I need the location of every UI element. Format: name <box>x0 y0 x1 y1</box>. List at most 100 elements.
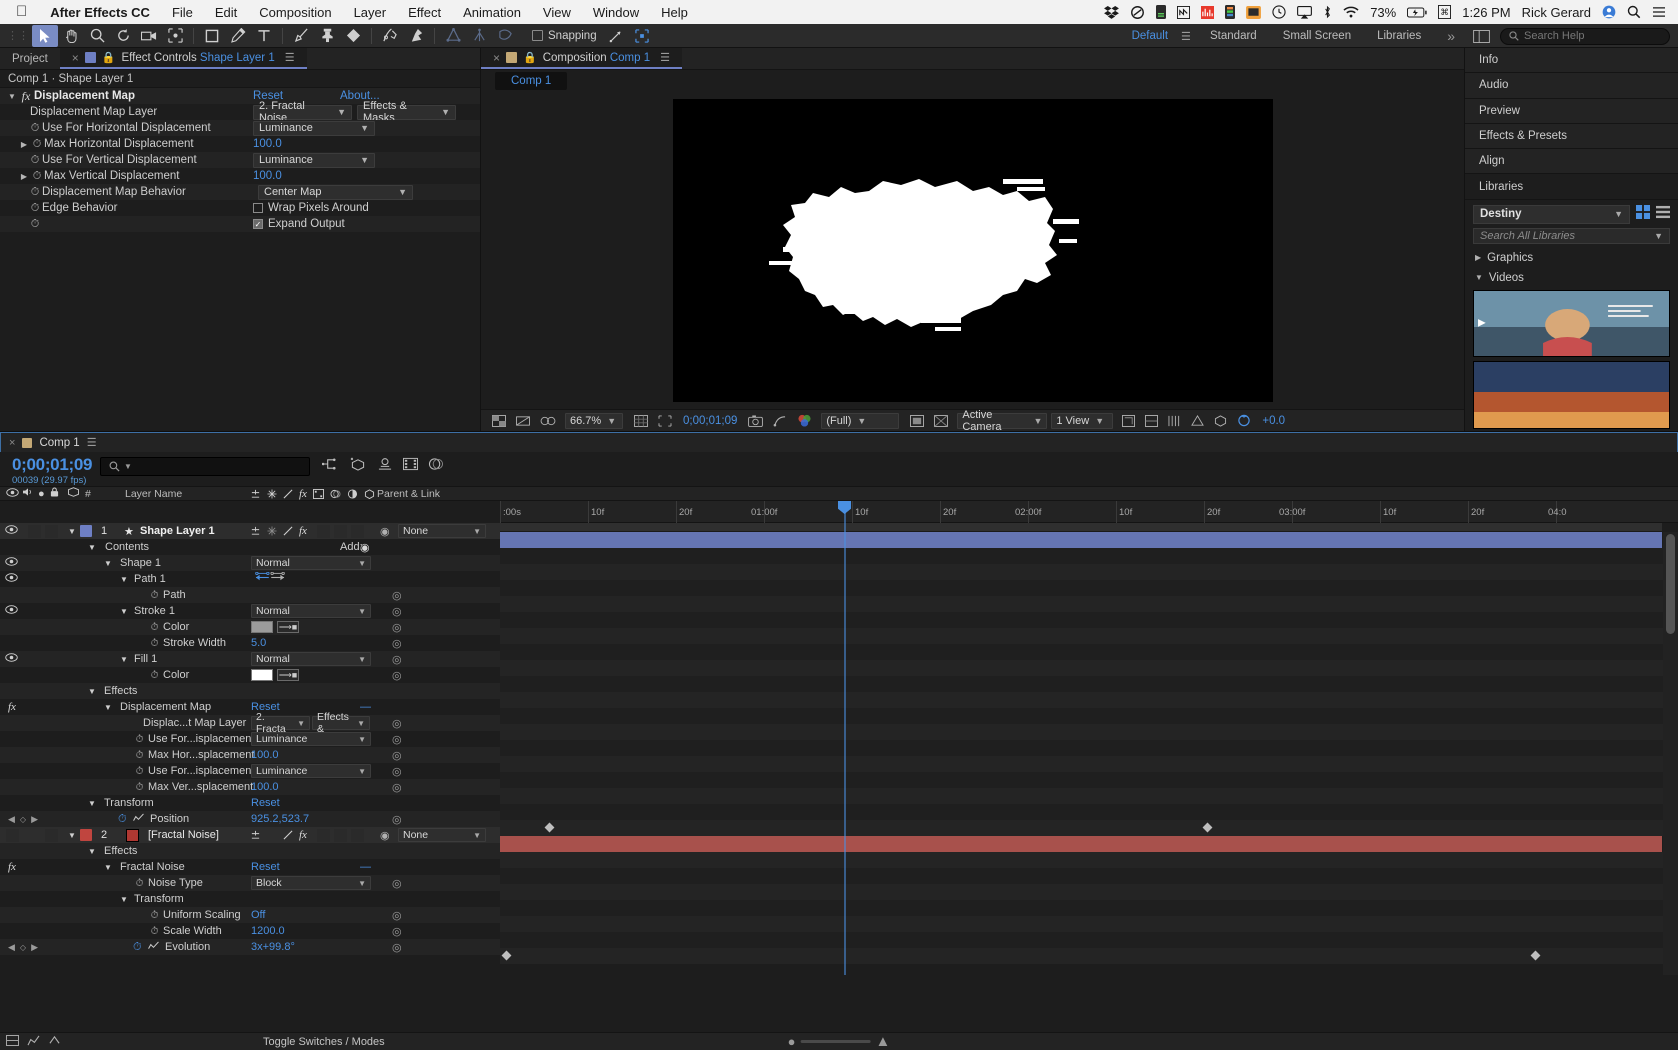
effect-about-link[interactable]: — <box>360 701 371 713</box>
graph-editor-toggle-icon[interactable] <box>27 1035 40 1049</box>
stopwatch-icon[interactable]: ⏱ <box>148 590 161 601</box>
map-layer-select[interactable]: 2. Fractal Noise ▼ <box>253 100 352 124</box>
show-channel-icon[interactable] <box>792 412 817 430</box>
toolbar-drag-handle[interactable]: ⋮⋮ <box>4 29 32 42</box>
layer-label-color[interactable] <box>80 829 92 841</box>
view-count-select[interactable]: 1 View ▼ <box>1051 412 1114 429</box>
play-overlay-icon[interactable]: ▶ <box>1478 318 1486 329</box>
stroke-blend-mode-select[interactable]: Normal ▼ <box>251 604 371 618</box>
viewer-area[interactable] <box>481 92 1464 409</box>
parent-pickwhip-icon[interactable]: ◉ <box>380 829 390 842</box>
table-row-max-horizontal[interactable]: ⏱ Max Hor...splacement 100.0 ◎ <box>0 747 500 763</box>
snapping-checkbox[interactable] <box>532 30 543 41</box>
expression-toggle-icon[interactable]: ◎ <box>392 717 402 730</box>
tab-project[interactable]: Project <box>0 48 60 69</box>
camera-tool[interactable] <box>136 25 162 47</box>
table-row-transform-shape[interactable]: ▼ Transform Reset <box>0 795 500 811</box>
expression-toggle-icon[interactable]: ◎ <box>392 813 402 826</box>
stopwatch-icon[interactable]: ⏱ <box>148 910 161 921</box>
toggle-render-icon[interactable] <box>1186 412 1209 430</box>
snap-bounds-icon[interactable] <box>629 25 655 47</box>
work-area-bar[interactable] <box>500 523 1662 532</box>
expression-toggle-icon[interactable]: ◎ <box>392 637 402 650</box>
battery-health-icon[interactable] <box>1156 5 1167 19</box>
shape-blend-mode-select[interactable]: Normal ▼ <box>251 556 371 570</box>
graph-editor-icon[interactable] <box>148 941 159 953</box>
panel-tab-info[interactable]: Info <box>1465 48 1678 74</box>
battery-icon[interactable] <box>1407 6 1427 18</box>
stopwatch-icon[interactable]: ⏱ <box>148 926 161 937</box>
switch-cell-3[interactable] <box>351 524 364 538</box>
stopwatch-icon[interactable]: ⏱ <box>28 186 42 199</box>
time-machine-icon[interactable] <box>1272 5 1286 19</box>
motion-blur-icon[interactable] <box>428 457 444 474</box>
close-icon[interactable]: × <box>493 51 500 65</box>
creative-cloud-icon[interactable] <box>1130 5 1145 19</box>
dropbox-icon[interactable] <box>1104 5 1120 19</box>
switch-cell-3[interactable] <box>351 828 364 842</box>
add-keyframe-icon[interactable]: ◇ <box>20 943 26 952</box>
table-row-displacement-map-layer[interactable]: Displac...t Map Layer 2. Fracta ▼ Effect… <box>0 711 500 735</box>
stopwatch-icon[interactable]: ⏱ <box>133 782 146 793</box>
stopwatch-enabled-icon[interactable]: ⏱ <box>133 941 142 954</box>
snap-arrow-icon[interactable] <box>603 25 629 47</box>
disclosure-triangle-icon[interactable]: ▼ <box>1475 273 1483 282</box>
table-row-use-vertical[interactable]: ⏱ Use For...isplacement Luminance ▼ ◎ <box>0 763 500 779</box>
roto-brush-tool[interactable] <box>377 25 403 47</box>
layer-duration-bar-fractal[interactable] <box>500 836 1662 852</box>
expression-toggle-icon[interactable]: ◎ <box>392 909 402 922</box>
fx-icon[interactable]: fx <box>8 701 16 713</box>
switch-cell-1[interactable] <box>317 524 330 538</box>
audio-toggle[interactable] <box>28 524 41 538</box>
map-source-select[interactable]: Effects & ▼ <box>312 711 370 735</box>
table-row-fractal-noise-layer[interactable]: ▼ 2 [Fractal Noise] fx ◉ None ▼ <box>0 827 500 843</box>
toggle-region-of-interest-icon[interactable] <box>653 412 677 430</box>
parent-select[interactable]: None ▼ <box>398 524 486 538</box>
panel-tab-effects-presets[interactable]: Effects & Presets <box>1465 123 1678 150</box>
stopwatch-icon[interactable]: ⏱ <box>30 170 44 183</box>
snapping-toggle[interactable]: Snapping <box>532 30 597 42</box>
disclosure-triangle-icon[interactable]: ▶ <box>1475 253 1481 262</box>
wifi-icon[interactable] <box>1343 6 1359 18</box>
table-row-effects-group-2[interactable]: ▼ Effects <box>0 843 500 859</box>
position-value[interactable]: 925.2,523.7 <box>251 813 309 825</box>
disclosure-triangle-icon[interactable]: ▼ <box>88 543 96 552</box>
pan-behind-tool[interactable] <box>162 25 188 47</box>
graph-editor-icon[interactable] <box>133 813 144 825</box>
advanced-pin-tool[interactable] <box>492 25 518 47</box>
stopwatch-icon[interactable]: ⏱ <box>133 750 146 761</box>
library-search-input[interactable]: Search All Libraries ▼ <box>1473 227 1670 245</box>
disclosure-triangle-icon[interactable]: ▼ <box>120 607 128 616</box>
disclosure-triangle-icon[interactable]: ▶ <box>18 140 30 149</box>
stopwatch-icon[interactable]: ⏱ <box>28 218 42 231</box>
chevron-down-icon[interactable]: ▼ <box>1654 231 1663 241</box>
table-row-path-1[interactable]: ▼ Path 1 <box>0 571 500 587</box>
lock-icon[interactable]: 🔒 <box>523 51 537 64</box>
max-vertical-value[interactable]: 100.0 <box>251 781 279 793</box>
wrap-pixels-checkbox-group[interactable]: Wrap Pixels Around <box>253 202 369 214</box>
layer-switches[interactable]: fx <box>250 525 307 537</box>
workspace-layout-icon[interactable] <box>1468 25 1494 47</box>
visibility-toggle-icon[interactable] <box>0 557 22 569</box>
tab-effect-controls[interactable]: × 🔒 Effect Controls Shape Layer 1 ☰ <box>59 48 307 69</box>
menu-composition[interactable]: Composition <box>248 5 342 20</box>
expression-toggle-icon[interactable]: ◎ <box>392 621 402 634</box>
expression-toggle-icon[interactable]: ◎ <box>392 589 402 602</box>
map-source-select[interactable]: Effects & Masks ▼ <box>357 100 456 124</box>
scale-width-value[interactable]: 1200.0 <box>251 925 285 937</box>
layer-switches[interactable]: fx <box>250 829 307 841</box>
disclosure-triangle-icon[interactable]: ▼ <box>120 895 128 904</box>
table-row-fill-color[interactable]: ⏱ Color ⟶■ ◎ <box>0 667 500 683</box>
switch-cell-1[interactable] <box>317 828 330 842</box>
previous-keyframe-icon[interactable]: ◀ <box>8 942 15 953</box>
table-row-fractal-noise-effect[interactable]: fx ▼ Fractal Noise Reset — <box>0 859 500 875</box>
library-thumbnail-video-1[interactable]: ▶ <box>1473 289 1670 358</box>
table-row-transform-fractal[interactable]: ▼ Transform <box>0 891 500 907</box>
pen-tool[interactable] <box>225 25 251 47</box>
use-horizontal-select[interactable]: Luminance ▼ <box>251 732 371 746</box>
brush-tool[interactable] <box>288 25 314 47</box>
timeline-search-input[interactable]: ▼ <box>100 457 310 476</box>
table-row-contents[interactable]: ▼ Contents Add: ◉ <box>0 539 500 555</box>
uniform-scaling-value[interactable]: Off <box>251 909 265 921</box>
menu-layer[interactable]: Layer <box>343 5 398 20</box>
